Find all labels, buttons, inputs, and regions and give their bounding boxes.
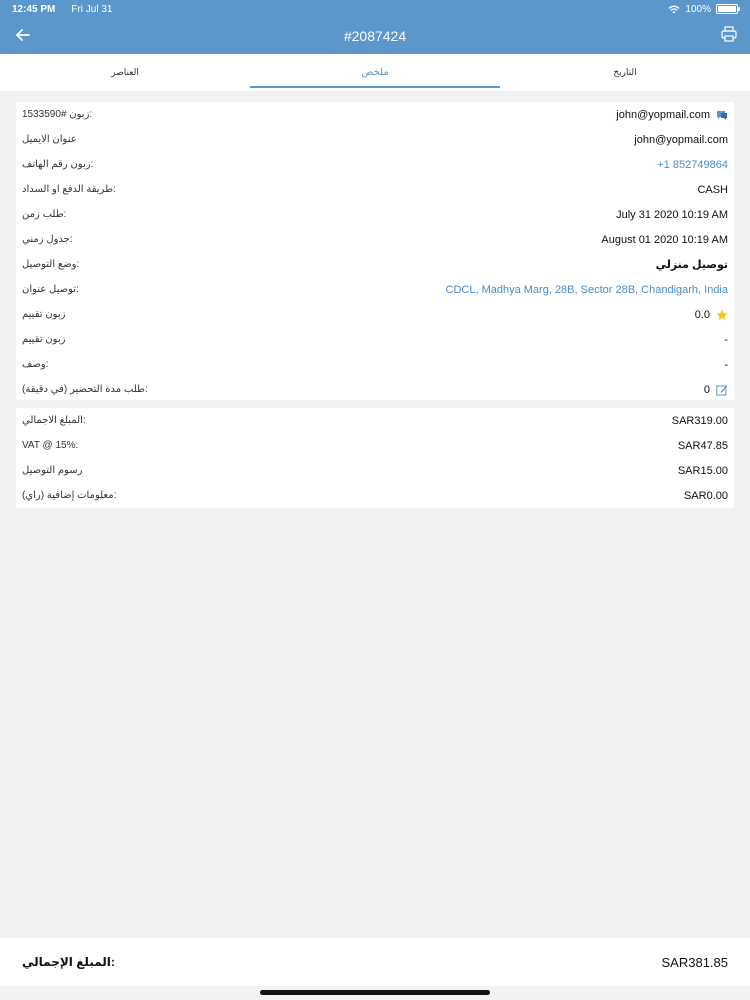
detail-label: عنوان الايميل xyxy=(22,134,77,145)
detail-value: CASH xyxy=(697,183,728,196)
tab-summary[interactable]: ملخص xyxy=(250,54,500,91)
edit-icon[interactable] xyxy=(716,384,728,396)
total-label: رسوم التوصيل xyxy=(22,465,83,476)
arrow-left-icon[interactable] xyxy=(12,24,34,46)
tab-items[interactable]: العناصر xyxy=(0,54,250,91)
detail-value: - xyxy=(724,358,728,371)
detail-value: August 01 2020 10:19 AM xyxy=(601,233,728,246)
status-bar: 12:45 PM Fri Jul 31 100% xyxy=(0,0,750,18)
total-row-extra: معلومات إضافية (راي): SAR0.00 xyxy=(16,483,734,508)
grand-total-label: المبلغ الإجمالي: xyxy=(22,955,115,969)
tab-label: العناصر xyxy=(111,67,139,77)
detail-label: وضع التوصيل: xyxy=(22,259,80,270)
home-indicator[interactable] xyxy=(260,990,490,995)
tab-bar: العناصر ملخص التاريخ xyxy=(0,54,750,91)
total-label: معلومات إضافية (راي): xyxy=(22,490,117,501)
star-icon xyxy=(716,309,728,320)
totals-card: المبلغ الاجمالي: SAR319.00 VAT @ 15%: SA… xyxy=(16,408,734,508)
wifi-icon xyxy=(668,5,680,13)
battery-percent: 100% xyxy=(685,3,711,15)
detail-value: July 31 2020 10:19 AM xyxy=(616,208,728,221)
nav-bar: #2087424 xyxy=(0,18,750,54)
total-row-subtotal: المبلغ الاجمالي: SAR319.00 xyxy=(16,408,734,433)
detail-row-phone: زبون رقم الهاتف: +1 852749864 xyxy=(16,152,734,177)
detail-row-description: وصف: - xyxy=(16,352,734,377)
detail-row-delivery-mode: وضع التوصيل: توصيل منزلي xyxy=(16,252,734,277)
detail-label: جدول زمني: xyxy=(22,234,73,245)
total-row-delivery-fee: رسوم التوصيل SAR15.00 xyxy=(16,458,734,483)
total-label: VAT @ 15%: xyxy=(22,440,79,451)
order-details-card: زبون #1533590: john@yopmail.com عنوان ال… xyxy=(16,102,734,400)
detail-row-schedule: جدول زمني: August 01 2020 10:19 AM xyxy=(16,227,734,252)
total-value: SAR0.00 xyxy=(683,489,728,502)
status-date: Fri Jul 31 xyxy=(71,3,113,15)
detail-value: 0.0 xyxy=(694,308,710,321)
detail-row-payment: طريقة الدفع او السداد: CASH xyxy=(16,177,734,202)
detail-value: 0 xyxy=(703,383,710,396)
detail-row-address: توصيل عنوان: CDCL, Madhya Marg, 28B, Sec… xyxy=(16,277,734,302)
detail-label: وصف: xyxy=(22,359,49,370)
status-time: 12:45 PM xyxy=(12,3,56,15)
address-link[interactable]: CDCL, Madhya Marg, 28B, Sector 28B, Chan… xyxy=(446,284,728,296)
detail-row-rating-text: زبون تقييم - xyxy=(16,327,734,352)
detail-row-order-time: طلب زمن: July 31 2020 10:19 AM xyxy=(16,202,734,227)
tab-history[interactable]: التاريخ xyxy=(500,54,750,91)
total-label: المبلغ الاجمالي: xyxy=(22,415,86,426)
detail-label: زبون تقييم xyxy=(22,309,66,320)
detail-row-prep-time: طلب مدة التحضير (في دقيقة): 0 xyxy=(16,377,734,402)
detail-label: زبون تقييم xyxy=(22,334,66,345)
grand-total-value: SAR381.85 xyxy=(661,954,729,970)
tab-label: ملخص xyxy=(361,67,389,78)
total-value: SAR319.00 xyxy=(671,414,728,427)
detail-value-wrap: john@yopmail.com xyxy=(616,109,728,121)
detail-value: توصيل منزلي xyxy=(655,259,728,271)
printer-icon[interactable] xyxy=(720,25,738,43)
detail-value-wrap: 0 xyxy=(704,384,728,396)
detail-label: زبون رقم الهاتف: xyxy=(22,159,94,170)
page-title: #2087424 xyxy=(343,28,407,44)
detail-label: طلب زمن: xyxy=(22,209,67,220)
detail-value-wrap: 0.0 xyxy=(695,309,728,321)
total-row-vat: VAT @ 15%: SAR47.85 xyxy=(16,433,734,458)
detail-value: john@yopmail.com xyxy=(616,108,710,121)
grand-total-bar: المبلغ الإجمالي: SAR381.85 xyxy=(0,938,750,986)
total-value: SAR47.85 xyxy=(677,439,728,452)
detail-label: طريقة الدفع او السداد: xyxy=(22,184,116,195)
detail-row-rating: زبون تقييم 0.0 xyxy=(16,302,734,327)
tab-label: التاريخ xyxy=(613,67,637,77)
chat-icon[interactable] xyxy=(716,109,728,121)
detail-value: - xyxy=(724,333,728,346)
battery-icon xyxy=(716,4,740,14)
detail-row-customer: زبون #1533590: john@yopmail.com xyxy=(16,102,734,127)
phone-link[interactable]: +1 852749864 xyxy=(657,159,728,171)
detail-value: john@yopmail.com xyxy=(634,133,728,146)
detail-label: توصيل عنوان: xyxy=(22,284,79,295)
detail-label: زبون #1533590: xyxy=(22,109,93,120)
total-value: SAR15.00 xyxy=(677,464,728,477)
detail-label: طلب مدة التحضير (في دقيقة): xyxy=(22,384,148,395)
detail-row-email: عنوان الايميل john@yopmail.com xyxy=(16,127,734,152)
